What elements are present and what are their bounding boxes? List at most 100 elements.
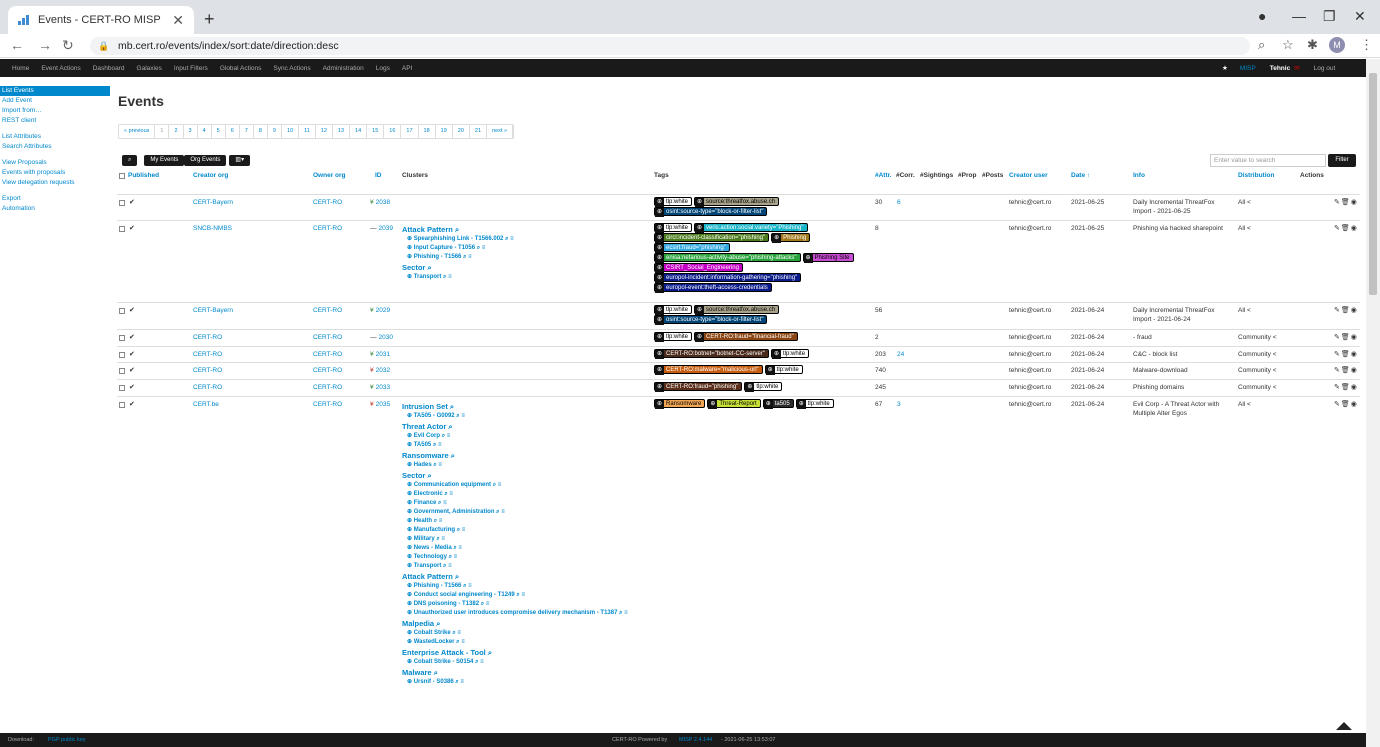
edit-icon[interactable]: ✎	[1334, 401, 1341, 408]
list-icon[interactable]: ≡	[460, 527, 466, 533]
cluster-group-heading[interactable]: Threat Actor ⌕	[402, 421, 652, 432]
close-window-icon[interactable]: ✕	[1354, 8, 1366, 25]
pager-page[interactable]: 4	[198, 125, 212, 138]
forward-icon[interactable]: →	[38, 37, 52, 53]
list-icon[interactable]: ≡	[622, 610, 628, 616]
pager-page[interactable]: 5	[212, 125, 226, 138]
creator-org[interactable]: CERT-Bayern	[193, 198, 233, 207]
cluster-item[interactable]: ⊕ Electronic ⌕ ≡	[402, 490, 652, 499]
nav-logs[interactable]: Logs	[376, 65, 390, 72]
cluster-item-label[interactable]: DNS poisoning - T1382	[414, 601, 481, 607]
search-icon[interactable]: ⌕	[455, 225, 459, 234]
pager-page[interactable]: 2	[169, 125, 184, 138]
edit-icon[interactable]: ✎	[1334, 384, 1341, 391]
cluster-item-label[interactable]: Cobalt Strike	[414, 630, 453, 636]
cluster-item[interactable]: ⊕ Ursnif - S0386 ⌕ ≡	[402, 678, 652, 687]
cluster-item-label[interactable]: News - Media	[414, 545, 454, 551]
delete-icon[interactable]: 🗑	[1341, 334, 1351, 341]
filter-button[interactable]: Filter	[1328, 154, 1356, 167]
cluster-item[interactable]: ⊕ Transport ⌕ ≡	[402, 273, 652, 282]
delete-icon[interactable]: 🗑	[1341, 225, 1351, 232]
reload-icon[interactable]: ↻	[62, 37, 74, 54]
list-icon[interactable]: ≡	[500, 509, 505, 515]
edit-icon[interactable]: ✎	[1334, 225, 1341, 232]
pager-page[interactable]: 15	[367, 125, 385, 138]
cluster-group-heading[interactable]: Sector ⌕	[402, 262, 652, 273]
cluster-item[interactable]: ⊕ Transport ⌕ ≡	[402, 562, 652, 571]
zoom-icon[interactable]: ⌕	[1258, 37, 1265, 53]
pgp-key-link[interactable]: PGP public key	[48, 733, 86, 747]
tag[interactable]: ⊕ Phishing Site	[802, 253, 854, 263]
cluster-item[interactable]: ⊕ Manufacturing ⌕ ≡	[402, 526, 652, 535]
menu-kebab-icon[interactable]: ⋮	[1360, 37, 1373, 53]
cluster-group-heading[interactable]: Attack Pattern ⌕	[402, 571, 652, 582]
list-icon[interactable]: ≡	[441, 500, 447, 506]
cluster-group-heading[interactable]: Malware ⌕	[402, 667, 652, 678]
list-icon[interactable]: ≡	[460, 413, 465, 419]
delete-icon[interactable]: 🗑	[1341, 401, 1351, 408]
list-icon[interactable]: ≡	[456, 630, 461, 636]
cluster-item[interactable]: ⊕ Spearphishing Link - T1566.002 ⌕ ≡	[402, 235, 652, 244]
cluster-group-heading[interactable]: Ransomware ⌕	[402, 450, 652, 461]
row-checkbox[interactable]	[119, 402, 125, 408]
cluster-item-label[interactable]: Hades	[414, 462, 434, 468]
pager-page[interactable]: 7	[240, 125, 254, 138]
creator-org[interactable]: SNCB-NMBS	[193, 224, 232, 233]
row-checkbox[interactable]	[119, 385, 125, 391]
creator-org[interactable]: CERT-RO	[193, 383, 222, 392]
pager-prev[interactable]: « previous	[119, 125, 156, 138]
tag[interactable]: ⊕ tlp:white	[795, 399, 834, 409]
list-icon[interactable]: ≡	[436, 442, 442, 448]
owner-org[interactable]: CERT-RO	[313, 224, 342, 233]
delete-icon[interactable]: 🗑	[1341, 351, 1351, 358]
tag[interactable]: ⊕ tlp:white	[654, 305, 693, 315]
tag[interactable]: ⊕ Threat-Report	[707, 399, 761, 409]
cluster-item[interactable]: ⊕ Military ⌕ ≡	[402, 535, 652, 544]
cluster-group-heading[interactable]: Intrusion Set ⌕	[402, 401, 652, 412]
pager-page[interactable]: 10	[282, 125, 300, 138]
cluster-item-label[interactable]: Input Capture - T1056	[414, 245, 477, 251]
list-icon[interactable]: ≡	[466, 254, 472, 260]
tag[interactable]: ⊕ tlp:white	[764, 365, 803, 375]
col-distribution[interactable]: Distribution	[1238, 172, 1274, 179]
edit-icon[interactable]: ✎	[1334, 307, 1341, 314]
tag[interactable]: ⊕ circl:incident-classification="phishing…	[654, 233, 770, 243]
col-attr[interactable]: #Attr.	[875, 172, 892, 179]
search-icon[interactable]: ⌕	[448, 422, 452, 431]
event-id-link[interactable]: 2033	[376, 384, 390, 391]
pager-page[interactable]: 14	[350, 125, 368, 138]
pager-page[interactable]: 17	[401, 125, 419, 138]
corr-count[interactable]: 3	[897, 400, 901, 409]
bookmark-star-icon[interactable]: ☆	[1282, 37, 1294, 53]
col-info[interactable]: Info	[1133, 172, 1145, 179]
event-id[interactable]: ¥2031	[370, 350, 390, 359]
event-id-link[interactable]: 2039	[379, 225, 393, 232]
delete-icon[interactable]: 🗑	[1341, 384, 1351, 391]
view-icon[interactable]: ◉	[1351, 334, 1358, 341]
pager-page[interactable]: 16	[384, 125, 402, 138]
event-id-link[interactable]: 2031	[376, 351, 390, 358]
scrollbar-thumb[interactable]	[1369, 73, 1377, 295]
corr-count[interactable]: 6	[897, 198, 901, 207]
extensions-icon[interactable]: ✱	[1307, 37, 1318, 53]
tag[interactable]: ⊕ osint:source-type="block-or-filter-list…	[654, 315, 768, 325]
cluster-item[interactable]: ⊕ Cobalt Strike - S0154 ⌕ ≡	[402, 658, 652, 667]
event-id[interactable]: ¥2038	[370, 198, 390, 207]
nav-galaxies[interactable]: Galaxies	[137, 65, 162, 72]
select-all-checkbox[interactable]	[119, 173, 125, 179]
cluster-group-heading[interactable]: Sector ⌕	[402, 470, 652, 481]
col-creator-org[interactable]: Creator org	[193, 172, 228, 179]
col-owner-org[interactable]: Owner org	[313, 172, 346, 179]
cluster-item-label[interactable]: TA505	[414, 442, 433, 448]
cluster-item-label[interactable]: Conduct social engineering - T1249	[414, 592, 517, 598]
tag[interactable]: ⊕ CSIRT_Social_Engineering	[654, 263, 743, 273]
view-icon[interactable]: ◉	[1351, 351, 1358, 358]
new-tab-icon[interactable]: +	[204, 9, 215, 30]
cluster-item[interactable]: ⊕ Input Capture - T1056 ⌕ ≡	[402, 244, 652, 253]
sidebar-item-view-proposals[interactable]: View Proposals	[0, 158, 110, 168]
sidebar-item-rest-client[interactable]: REST client	[0, 116, 110, 126]
cluster-item[interactable]: ⊕ Hades ⌕ ≡	[402, 461, 652, 470]
col-date[interactable]: Date ↑	[1071, 172, 1090, 179]
event-id[interactable]: —2030	[370, 333, 393, 342]
page-scrollbar[interactable]	[1366, 59, 1380, 747]
